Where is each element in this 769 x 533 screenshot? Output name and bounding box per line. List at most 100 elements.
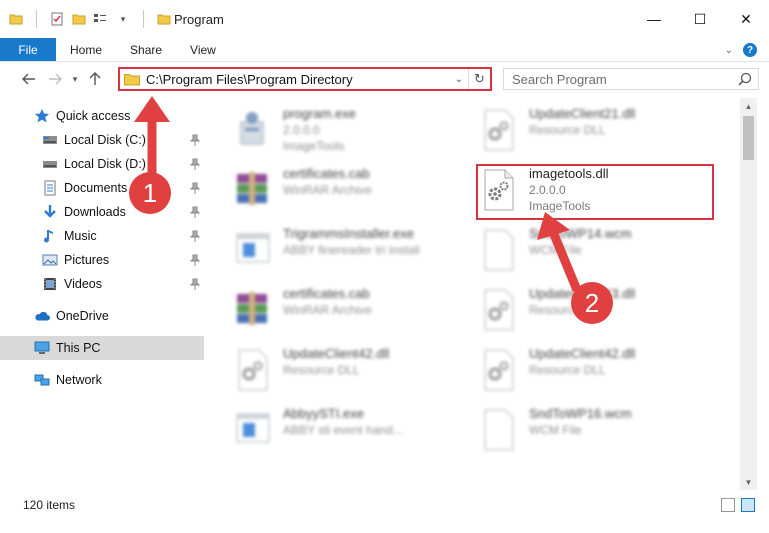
maximize-button[interactable]: ☐: [677, 0, 723, 38]
documents-icon: [42, 180, 58, 196]
file-name: SndToWP14.wcm: [529, 226, 632, 241]
address-bar[interactable]: C:\Program Files\Program Directory ⌄ ↻: [118, 67, 492, 91]
file-item-updateclient42-dll[interactable]: UpdateClient42.dll Resource DLL: [479, 344, 719, 400]
file-item-trigramms-installer[interactable]: TrigrammsInstaller.exe ABBY finereader t…: [233, 224, 473, 280]
arrow-left-icon: [22, 73, 35, 85]
address-dropdown-icon[interactable]: ⌄: [450, 74, 468, 85]
search-box[interactable]: [503, 68, 759, 90]
sidebar-item-music[interactable]: Music: [0, 224, 204, 248]
file-icon: [479, 228, 519, 272]
sidebar-item-label: OneDrive: [56, 309, 109, 323]
sidebar-item-this-pc[interactable]: This PC: [0, 336, 204, 360]
window-title: Program: [174, 11, 224, 27]
expand-ribbon-icon[interactable]: ⌄: [725, 45, 733, 56]
sidebar-item-pictures[interactable]: Pictures: [0, 248, 204, 272]
file-name: UpdateClient42.dll: [283, 346, 390, 361]
sidebar-item-label: Downloads: [64, 205, 126, 219]
address-path[interactable]: C:\Program Files\Program Directory: [146, 72, 450, 87]
videos-icon: [42, 276, 58, 292]
file-item-sndtowp14-wcm[interactable]: SndToWP14.wcm WCM File: [479, 224, 719, 280]
back-button[interactable]: [16, 66, 42, 92]
window-folder-icon: [156, 11, 172, 27]
details-view-icon[interactable]: [721, 498, 735, 512]
sidebar-item-network[interactable]: Network: [0, 368, 204, 392]
installer-icon: [233, 108, 273, 152]
scroll-down-icon[interactable]: ▼: [740, 474, 757, 490]
file-type: Resource DLL: [283, 363, 360, 377]
window-controls: — ☐ ✕: [631, 0, 769, 38]
network-icon: [34, 372, 50, 388]
ribbon-tabs: File Home Share View ⌄ ?: [0, 38, 769, 62]
file-item-abbyysti-exe[interactable]: AbbyySTI.exe ABBY sti event hand...: [233, 404, 473, 460]
file-type: Resource DLL: [529, 363, 606, 377]
folder-icon: [124, 73, 140, 86]
pin-icon[interactable]: [189, 278, 201, 293]
sidebar-item-videos[interactable]: Videos: [0, 272, 204, 296]
sidebar-item-label: Local Disk (D:): [64, 157, 146, 171]
file-name: TrigrammsInstaller.exe: [283, 226, 414, 241]
tab-view[interactable]: View: [176, 38, 230, 61]
file-name: certificates.cab: [283, 166, 370, 181]
file-item-certificates-cab[interactable]: certificates.cab WinRAR Archive: [233, 284, 473, 340]
customize-toolbar-icon[interactable]: ▾: [115, 11, 131, 27]
music-icon: [42, 228, 58, 244]
tab-share[interactable]: Share: [116, 38, 176, 61]
file-name: certificates.cab: [283, 286, 370, 301]
forward-button[interactable]: [42, 66, 68, 92]
dll-icon: [479, 108, 519, 152]
file-type: WinRAR Archive: [283, 303, 372, 317]
search-input[interactable]: [512, 71, 732, 87]
file-type: Resource DLL: [529, 123, 606, 137]
up-button[interactable]: [82, 66, 108, 92]
refresh-icon[interactable]: ↻: [468, 69, 490, 89]
sidebar-item-local-disk-d[interactable]: Local Disk (D:): [0, 152, 204, 176]
pin-icon[interactable]: [189, 134, 201, 149]
pin-icon[interactable]: [189, 182, 201, 197]
file-item-sndtowp16-wcm[interactable]: SndToWP16.wcm WCM File: [479, 404, 719, 460]
sidebar-item-documents[interactable]: Documents: [0, 176, 204, 200]
file-name: UpdateClient42.dll: [529, 346, 636, 361]
tab-file[interactable]: File: [0, 38, 56, 61]
folder-icon[interactable]: [8, 11, 24, 27]
close-button[interactable]: ✕: [723, 0, 769, 38]
quick-access-toolbar: ▾: [0, 10, 172, 28]
title-separator: [143, 10, 144, 28]
properties-icon[interactable]: [49, 11, 65, 27]
sidebar-item-onedrive[interactable]: OneDrive: [0, 304, 204, 328]
minimize-button[interactable]: —: [631, 0, 677, 38]
help-button[interactable]: ?: [743, 43, 757, 57]
file-name: UpdateClient21.dll: [529, 106, 636, 121]
file-item-updateclient42-dll[interactable]: UpdateClient42.dll Resource DLL: [233, 344, 473, 400]
scroll-up-icon[interactable]: ▲: [740, 98, 757, 114]
sidebar-item-label: Music: [64, 229, 97, 243]
pin-icon[interactable]: [189, 158, 201, 173]
sidebar-item-label: Quick access: [56, 109, 131, 123]
sidebar-item-downloads[interactable]: Downloads: [0, 200, 204, 224]
large-icons-view-icon[interactable]: [741, 498, 755, 512]
view-options-icon[interactable]: [93, 11, 109, 27]
dll-icon: [479, 348, 519, 392]
sidebar-item-local-disk-c[interactable]: Local Disk (C:): [0, 128, 204, 152]
drive-icon: [42, 156, 58, 172]
sidebar-item-label: Pictures: [64, 253, 110, 267]
computer-icon: [34, 340, 50, 356]
recent-locations-button[interactable]: ▾: [68, 66, 82, 92]
search-icon[interactable]: [738, 72, 752, 89]
pin-icon[interactable]: [189, 206, 201, 221]
view-buttons: [721, 498, 755, 512]
pin-icon[interactable]: [189, 254, 201, 269]
app-icon: [233, 408, 273, 452]
file-type: WCM File: [529, 243, 582, 257]
sidebar-item-quick-access[interactable]: Quick access: [0, 104, 204, 128]
title-bar: ▾ Program — ☐ ✕: [0, 0, 769, 38]
file-item-program-exe[interactable]: program.exe 2.0.0.0 ImageTools: [233, 104, 473, 160]
new-folder-icon[interactable]: [71, 11, 87, 27]
scroll-thumb[interactable]: [743, 116, 754, 160]
file-item-updateclient21-dll[interactable]: UpdateClient21.dll Resource DLL: [479, 104, 719, 160]
vertical-scrollbar[interactable]: ▲ ▼: [740, 98, 757, 490]
step-badge-2: 2: [571, 282, 613, 324]
dll-icon: [479, 288, 519, 332]
file-item-certificates-cab[interactable]: certificates.cab WinRAR Archive: [233, 164, 473, 220]
tab-home[interactable]: Home: [56, 38, 116, 61]
pin-icon[interactable]: [189, 230, 201, 245]
